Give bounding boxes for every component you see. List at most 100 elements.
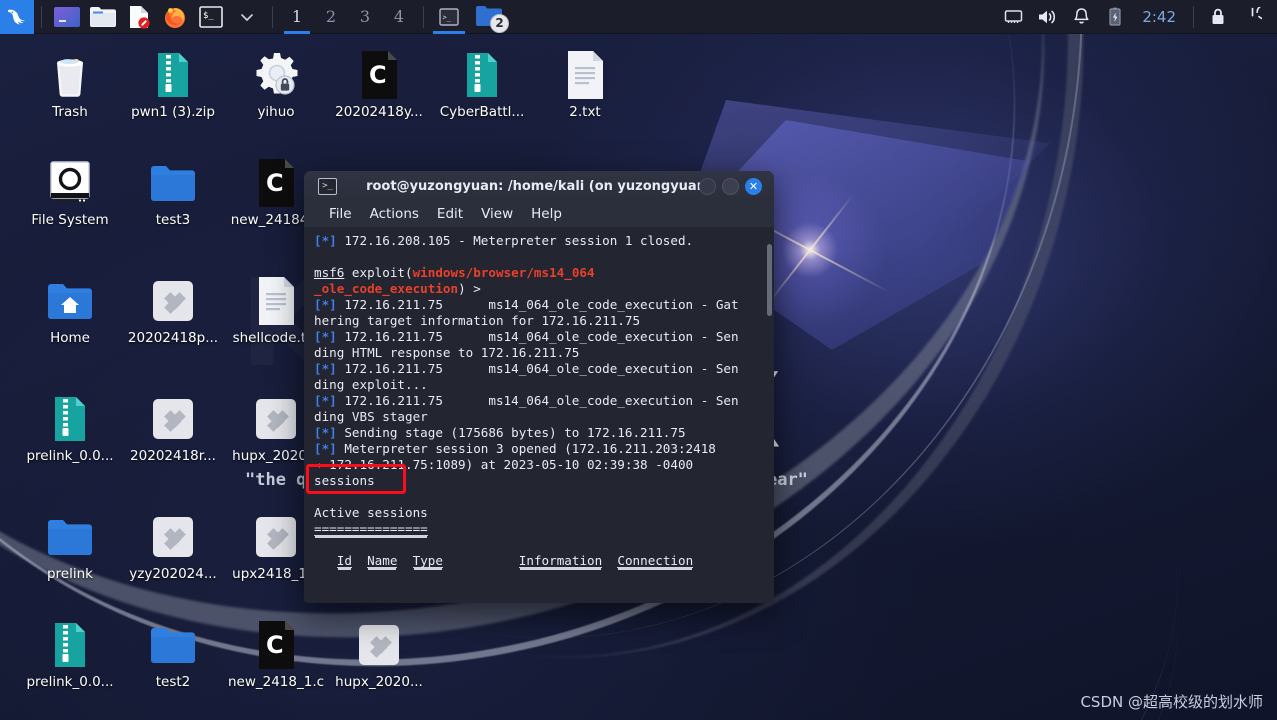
panel-divider bbox=[1193, 5, 1194, 28]
desktop-icon[interactable]: 20202418p... bbox=[123, 276, 223, 346]
notification-bell-icon[interactable] bbox=[1064, 0, 1098, 34]
terminal-icon: >_ bbox=[439, 7, 459, 26]
folder-icon bbox=[149, 620, 197, 670]
desktop-icon[interactable]: C new_2418_1.c bbox=[226, 620, 326, 690]
table-header-connection: Connection bbox=[617, 553, 694, 568]
table-header-information: Information bbox=[518, 553, 603, 568]
document-forbidden-icon bbox=[130, 5, 150, 29]
desktop-icon[interactable]: hupx_2020... bbox=[329, 620, 429, 690]
desktop-icon[interactable]: Trash bbox=[20, 50, 120, 120]
folder-icon bbox=[151, 166, 195, 201]
desktop-icon[interactable]: prelink_0.0... bbox=[20, 620, 120, 690]
desktop-icon[interactable]: 20202418r... bbox=[123, 394, 223, 464]
taskbar-folder-window[interactable]: 2 bbox=[467, 0, 511, 34]
desktop-icon[interactable]: CyberBattl... bbox=[432, 50, 532, 120]
desktop-icon[interactable]: test2 bbox=[123, 620, 223, 690]
desktop-icon[interactable]: Home bbox=[20, 276, 120, 346]
workspace-button-3[interactable]: 3 bbox=[348, 0, 382, 34]
terminal-line: 172.16.208.105 - Meterpreter session 1 c… bbox=[336, 233, 694, 248]
svg-text:C: C bbox=[369, 61, 387, 89]
desktop-icon[interactable]: pwn1 (3).zip bbox=[123, 50, 223, 120]
desktop-icon[interactable]: File System bbox=[20, 158, 120, 228]
taskbar-terminal-window[interactable]: >_ bbox=[431, 0, 467, 34]
desktop-icon[interactable]: test3 bbox=[123, 158, 223, 228]
system-tray[interactable]: 2:42 bbox=[996, 0, 1277, 34]
terminal-status-marker: [*] bbox=[314, 441, 337, 456]
terminal-line: hering target information for 172.16.211… bbox=[314, 313, 641, 328]
terminal-heading-rule: =============== bbox=[314, 521, 428, 536]
panel-divider bbox=[272, 5, 273, 28]
home-folder-icon bbox=[48, 284, 92, 319]
network-icon[interactable] bbox=[996, 0, 1030, 34]
desktop-icon[interactable]: prelink_0.0... bbox=[20, 394, 120, 464]
firefox-icon bbox=[165, 7, 185, 28]
menu-help[interactable]: Help bbox=[522, 204, 571, 224]
desktop-icon-label: 20202418y... bbox=[335, 104, 423, 120]
binary-icon bbox=[252, 512, 300, 562]
terminal-output[interactable]: [*] 172.16.208.105 - Meterpreter session… bbox=[304, 227, 774, 603]
textfile-icon bbox=[561, 50, 609, 100]
binary-icon bbox=[149, 512, 197, 562]
desktop-icon-label: Trash bbox=[52, 104, 88, 120]
desktop-icon[interactable]: 2.txt bbox=[535, 50, 635, 120]
top-panel[interactable]: $_ 1 2 3 4 >_ 2 2:42 bbox=[0, 0, 1277, 34]
logout-icon[interactable] bbox=[1235, 0, 1269, 34]
firefox-launcher[interactable] bbox=[160, 0, 190, 34]
menu-edit[interactable]: Edit bbox=[428, 204, 472, 224]
clock[interactable]: 2:42 bbox=[1132, 8, 1186, 26]
menu-actions[interactable]: Actions bbox=[361, 204, 428, 224]
terminal-window[interactable]: >_ root@yuzongyuan: /home/kali (on yuzon… bbox=[304, 171, 774, 603]
workspace-button-2[interactable]: 2 bbox=[314, 0, 348, 34]
launcher-chevron[interactable] bbox=[232, 0, 262, 34]
workspace-button-4[interactable]: 4 bbox=[382, 0, 416, 34]
kali-menu-button[interactable] bbox=[0, 0, 34, 34]
desktop-icon[interactable]: prelink bbox=[20, 512, 120, 582]
menu-view[interactable]: View bbox=[472, 204, 522, 224]
minimize-button[interactable] bbox=[699, 177, 716, 195]
close-button[interactable]: ✕ bbox=[745, 177, 762, 195]
desktop-icon[interactable]: C 20202418y... bbox=[329, 50, 429, 120]
scrollbar-thumb[interactable] bbox=[767, 244, 772, 316]
binary-executable-icon bbox=[256, 399, 296, 439]
binary-icon bbox=[252, 394, 300, 444]
workspace-button-1[interactable]: 1 bbox=[280, 0, 314, 34]
desktop-icon[interactable]: yihuo bbox=[226, 50, 326, 120]
terminal-status-marker: [*] bbox=[314, 361, 337, 376]
lock-icon[interactable] bbox=[1201, 0, 1235, 34]
archive-icon bbox=[149, 50, 197, 100]
svg-text:>_: >_ bbox=[443, 13, 452, 21]
desktop-icon[interactable]: yzy202024... bbox=[123, 512, 223, 582]
maximize-button[interactable] bbox=[722, 177, 739, 195]
volume-icon[interactable] bbox=[1030, 0, 1064, 34]
desktop-icon-label: pwn1 (3).zip bbox=[131, 104, 215, 120]
c-source-file-icon: C bbox=[259, 621, 294, 669]
text-editor-launcher[interactable] bbox=[124, 0, 154, 34]
terminal-icon: >_ bbox=[318, 177, 337, 195]
menu-file[interactable]: File bbox=[320, 204, 361, 224]
text-file-icon bbox=[259, 277, 294, 325]
desktop-icon-label: CyberBattl... bbox=[439, 104, 525, 120]
desktop-icon-label: 2.txt bbox=[569, 104, 601, 120]
file-manager-launcher[interactable] bbox=[88, 0, 118, 34]
binary-executable-icon bbox=[153, 517, 193, 557]
terminal-emulator-launcher[interactable] bbox=[52, 0, 82, 34]
folder-icon bbox=[151, 628, 195, 663]
archive-file-icon bbox=[55, 623, 85, 667]
csdn-watermark: CSDN @超高校级的划水师 bbox=[1080, 693, 1263, 711]
desktop-icon-label: Home bbox=[50, 330, 90, 346]
terminal-line: ding exploit... bbox=[314, 377, 428, 392]
battery-icon[interactable] bbox=[1098, 0, 1132, 34]
terminal-titlebar[interactable]: >_ root@yuzongyuan: /home/kali (on yuzon… bbox=[304, 171, 774, 201]
terminal-prompt-end: ) > bbox=[458, 281, 489, 296]
terminal-menubar[interactable]: File Actions Edit View Help bbox=[304, 201, 774, 227]
terminal-module-name: windows/browser/ms14_064 bbox=[412, 265, 595, 280]
desktop-icon-label: yzy202024... bbox=[129, 566, 217, 582]
terminal-prompt-icon: $_ bbox=[199, 5, 223, 28]
table-header-name: Name bbox=[367, 553, 398, 568]
terminal-line: Meterpreter session 3 opened (172.16.211… bbox=[336, 441, 716, 456]
gear-lock-icon bbox=[256, 53, 298, 95]
desktop-icon-label: hupx_2020... bbox=[335, 674, 423, 690]
terminal-launcher[interactable]: $_ bbox=[196, 0, 226, 34]
terminal-scrollbar[interactable] bbox=[767, 241, 772, 471]
terminal-status-marker: [*] bbox=[314, 329, 337, 344]
